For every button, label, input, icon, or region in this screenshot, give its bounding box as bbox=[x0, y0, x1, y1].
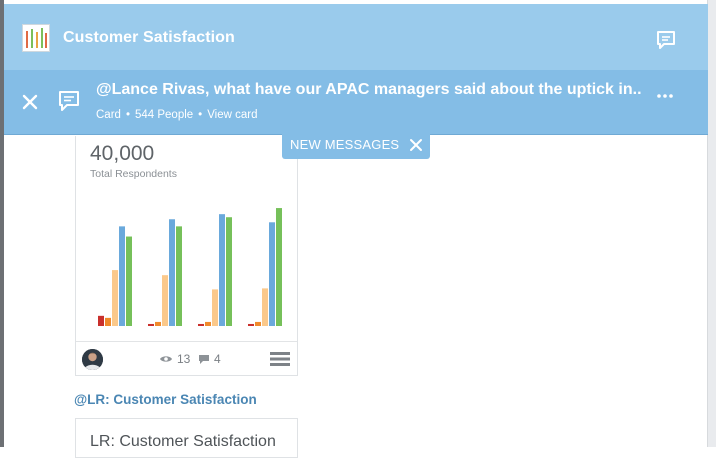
comment-count: 4 bbox=[198, 352, 221, 366]
meta-people: 544 People bbox=[134, 109, 194, 121]
comment-icon bbox=[199, 354, 209, 364]
ellipsis-icon bbox=[657, 94, 673, 98]
chart-bar bbox=[176, 226, 182, 326]
chart-bar bbox=[255, 321, 261, 326]
comment-count-value: 4 bbox=[214, 352, 221, 366]
notification-headline[interactable]: @Lance Rivas, what have our APAC manager… bbox=[96, 81, 642, 99]
meta-separator: • bbox=[125, 109, 130, 121]
view-count: 13 bbox=[159, 352, 190, 366]
chart-bar bbox=[105, 317, 111, 326]
list-icon[interactable] bbox=[270, 351, 290, 367]
eye-icon bbox=[160, 356, 172, 362]
chart-bar bbox=[169, 219, 175, 326]
meta-separator: • bbox=[198, 109, 203, 121]
card-link-title[interactable]: @LR: Customer Satisfaction bbox=[74, 392, 257, 407]
scrollbar-track[interactable] bbox=[707, 0, 716, 447]
card-footer: 13 4 bbox=[76, 341, 297, 376]
close-icon[interactable] bbox=[20, 92, 40, 112]
chart-bar bbox=[269, 222, 275, 326]
chart-bar bbox=[112, 270, 118, 326]
message-icon bbox=[57, 89, 81, 113]
avatar[interactable] bbox=[82, 349, 103, 370]
chart-bar bbox=[276, 208, 282, 326]
meta-type: Card bbox=[96, 109, 121, 121]
chart-bar bbox=[219, 214, 225, 326]
chart-bar bbox=[226, 217, 232, 326]
chart-bar bbox=[205, 321, 211, 326]
new-messages-label: NEW MESSAGES bbox=[290, 137, 400, 152]
notification-banner[interactable]: @Lance Rivas, what have our APAC manager… bbox=[4, 70, 708, 135]
chart-bar bbox=[119, 226, 125, 326]
chart-bar bbox=[155, 321, 161, 326]
page-title: Customer Satisfaction bbox=[63, 29, 235, 46]
kpi-subtitle: Total Respondents bbox=[90, 168, 177, 180]
chart-bar bbox=[126, 236, 132, 326]
chart-bar bbox=[198, 323, 204, 326]
speech-bubble-icon[interactable] bbox=[656, 30, 678, 50]
chart-bar bbox=[262, 288, 268, 326]
chart-bar bbox=[162, 275, 168, 326]
new-messages-button[interactable]: NEW MESSAGES bbox=[282, 130, 430, 159]
bar-chart-logo-icon bbox=[22, 24, 50, 52]
chart-bar bbox=[212, 289, 218, 326]
view-count-value: 13 bbox=[177, 352, 191, 366]
chart-bar bbox=[98, 315, 104, 326]
bar-chart bbox=[98, 208, 282, 326]
kpi-value: 40,000 bbox=[90, 142, 155, 165]
chart-bar bbox=[148, 323, 154, 326]
header-bar: Customer Satisfaction bbox=[4, 4, 708, 71]
kpi-card[interactable]: 40,000 Total Respondents 13 4 bbox=[75, 136, 298, 376]
more-options-button[interactable] bbox=[656, 86, 674, 104]
chart-bar bbox=[248, 323, 254, 326]
card-preview-title: LR: Customer Satisfaction bbox=[90, 433, 276, 450]
card-preview[interactable]: LR: Customer Satisfaction bbox=[75, 418, 298, 458]
close-icon[interactable] bbox=[409, 138, 423, 152]
notification-meta: Card • 544 People • View card bbox=[96, 109, 258, 121]
view-card-link[interactable]: View card bbox=[207, 109, 257, 121]
